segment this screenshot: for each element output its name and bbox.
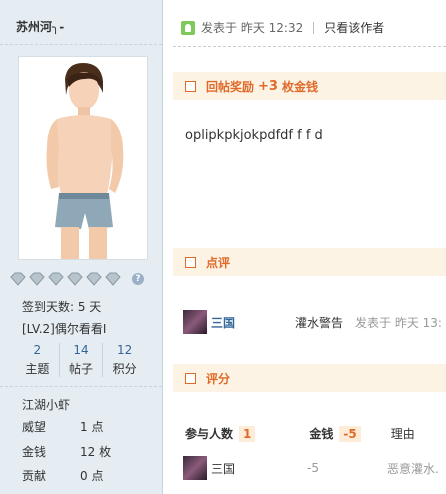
medal-row: ?: [10, 272, 144, 286]
info-value: 0 点: [80, 469, 104, 483]
reward-unit: 枚金钱: [281, 79, 318, 94]
separator: [313, 21, 315, 34]
diamond-medal-icon: [10, 272, 26, 286]
info-key: 金钱: [22, 445, 47, 459]
diamond-medal-icon: [105, 272, 121, 286]
count-points[interactable]: 12 积分: [102, 343, 146, 377]
count-number[interactable]: 12: [103, 343, 146, 357]
square-icon: [185, 80, 196, 92]
online-status-icon: [181, 20, 195, 35]
commenter-avatar[interactable]: [183, 310, 207, 334]
diamond-medal-icon: [29, 272, 45, 286]
rater-avatar[interactable]: [183, 456, 207, 480]
only-author-link[interactable]: 只看该作者: [324, 19, 384, 36]
reward-amount: +3: [258, 78, 278, 94]
info-value: 1 点: [80, 420, 104, 434]
user-counts: 2 主题 14 帖子 12 积分: [16, 343, 146, 377]
participants-label: 参与人数: [185, 427, 234, 441]
post-meta: 发表于 昨天 12:32 只看该作者: [181, 19, 384, 36]
count-number[interactable]: 2: [16, 343, 59, 357]
author-username[interactable]: 苏州河╮-: [16, 18, 64, 35]
avatar-figure-image: [46, 63, 124, 259]
comment-row: 三国 灌水警告 发表于 昨天 13:: [183, 308, 446, 336]
commenter-name[interactable]: 三国: [211, 314, 235, 331]
avatar[interactable]: [18, 56, 148, 260]
user-level[interactable]: [LV.2]偶尔看看I: [22, 320, 106, 337]
money-total: -5: [339, 425, 361, 442]
comment-time: 发表于 昨天 13:: [355, 315, 442, 330]
post-main: 发表于 昨天 12:32 只看该作者 回帖奖励 +3 枚金钱 oplipkpkj…: [163, 0, 446, 494]
square-icon: [185, 256, 196, 268]
count-posts[interactable]: 14 帖子: [58, 343, 103, 377]
rater-reason: 恶意灌水.: [386, 461, 439, 476]
rater-money: -5: [307, 461, 319, 475]
info-key: 贡献: [22, 469, 47, 483]
count-topics[interactable]: 2 主题: [16, 343, 59, 377]
post-time: 发表于 昨天 12:32: [201, 21, 304, 35]
reward-label: 回帖奖励: [206, 79, 255, 94]
info-row-contribution: 贡献 0 点: [22, 467, 103, 484]
diamond-medal-icon: [86, 272, 102, 286]
info-value: 12 枚: [80, 445, 112, 459]
author-sidebar: 苏州河╮- ? 签到天数: 5 天 [LV.2]偶尔看看I 2 主题 14 帖子…: [0, 0, 163, 494]
user-rank: 江湖小虾: [22, 398, 71, 412]
info-row-money: 金钱 12 枚: [22, 443, 111, 460]
reward-banner: 回帖奖励 +3 枚金钱: [173, 72, 446, 100]
divider: [173, 46, 446, 47]
participants-count: 1: [239, 425, 256, 442]
rater-name[interactable]: 三国: [211, 460, 235, 477]
count-label: 帖子: [69, 362, 94, 376]
info-row-prestige: 威望 1 点: [22, 418, 103, 435]
info-key: 威望: [22, 420, 47, 434]
post-content: oplipkpkjokpdfdf f f d: [185, 128, 323, 143]
count-label: 主题: [25, 362, 50, 376]
rating-header: 参与人数 1 金钱 -5 理由: [185, 425, 446, 442]
divider: [0, 44, 162, 45]
divider: [0, 386, 162, 387]
comment-section-title: 点评: [206, 255, 231, 270]
help-icon[interactable]: ?: [132, 273, 144, 285]
diamond-medal-icon: [67, 272, 83, 286]
checkin-days: 签到天数: 5 天: [22, 300, 102, 314]
comment-text: 灌水警告: [295, 315, 344, 330]
money-label: 金钱: [309, 427, 334, 441]
diamond-medal-icon: [48, 272, 64, 286]
count-label: 积分: [112, 362, 137, 376]
reason-label: 理由: [390, 427, 415, 441]
comment-section-header: 点评: [173, 248, 446, 276]
rating-row: 三国 -5 恶意灌水.: [183, 456, 446, 480]
rating-section-title: 评分: [206, 371, 231, 386]
rating-section-header: 评分: [173, 364, 446, 392]
count-number[interactable]: 14: [60, 343, 103, 357]
square-icon: [185, 372, 196, 384]
